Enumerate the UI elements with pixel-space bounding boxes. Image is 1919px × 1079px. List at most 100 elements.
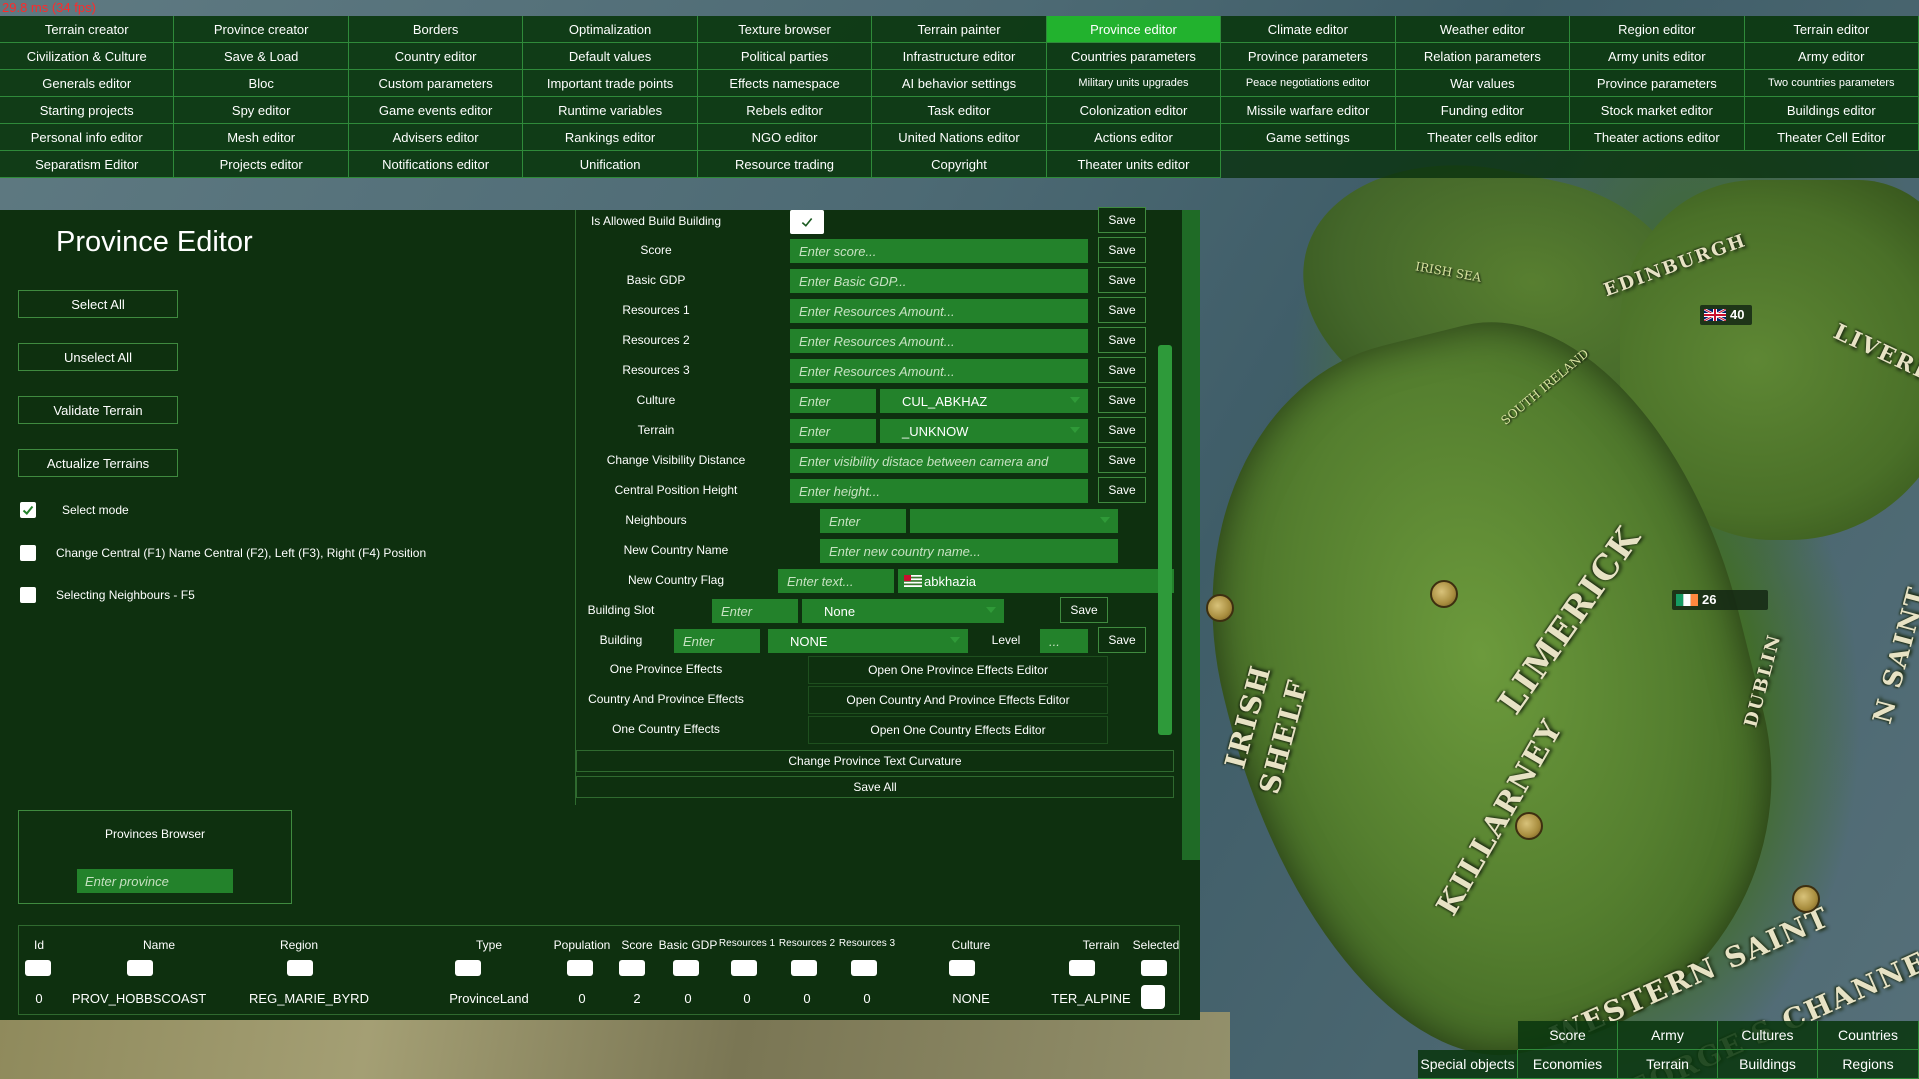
- menu-item-unification[interactable]: Unification: [523, 151, 698, 178]
- map-tab-countries[interactable]: Countries: [1818, 1021, 1919, 1050]
- select-all-button[interactable]: Select All: [18, 290, 178, 318]
- menu-item-default-values[interactable]: Default values: [523, 43, 698, 70]
- city-marker[interactable]: [1792, 885, 1820, 913]
- unit-badge-uk[interactable]: 40: [1700, 305, 1753, 325]
- filter-resources2-checkbox[interactable]: [791, 960, 817, 976]
- filter-score-checkbox[interactable]: [619, 960, 645, 976]
- filter-population-checkbox[interactable]: [567, 960, 593, 976]
- menu-item-military-units-upgrades[interactable]: Military units upgrades: [1046, 70, 1222, 97]
- open-one-country-effects-button[interactable]: Open One Country Effects Editor: [808, 716, 1108, 744]
- save-button[interactable]: Save: [1098, 267, 1146, 293]
- is-allowed-build-checkbox[interactable]: [790, 210, 824, 234]
- panel-scrollbar[interactable]: [1182, 210, 1200, 860]
- menu-item-ngo-editor[interactable]: NGO editor: [697, 124, 873, 151]
- save-button[interactable]: Save: [1098, 447, 1146, 473]
- selecting-neighbours-checkbox[interactable]: [20, 587, 36, 603]
- map-tab-terrain[interactable]: Terrain: [1618, 1050, 1718, 1079]
- actualize-terrains-button[interactable]: Actualize Terrains: [18, 449, 178, 477]
- resources3-input[interactable]: [790, 359, 1088, 383]
- menu-item-bloc[interactable]: Bloc: [174, 70, 349, 97]
- menu-item-texture-browser[interactable]: Texture browser: [697, 16, 873, 43]
- menu-item-theater-actions-editor[interactable]: Theater actions editor: [1570, 124, 1745, 151]
- table-header-name[interactable]: Name: [109, 938, 209, 952]
- culture-filter-input[interactable]: [790, 389, 876, 413]
- table-header-basic-gdp[interactable]: Basic GDP: [653, 938, 723, 952]
- menu-item-personal-info-editor[interactable]: Personal info editor: [0, 124, 175, 151]
- filter-basic-gdp-checkbox[interactable]: [673, 960, 699, 976]
- save-button[interactable]: Save: [1098, 207, 1146, 233]
- menu-item-resource-trading[interactable]: Resource trading: [697, 151, 873, 178]
- terrain-select[interactable]: _UNKNOW: [880, 419, 1088, 443]
- central-height-input[interactable]: [790, 479, 1088, 503]
- menu-item-optimalization[interactable]: Optimalization: [523, 16, 698, 43]
- menu-item-buildings-editor[interactable]: Buildings editor: [1744, 97, 1919, 124]
- menu-item-runtime-variables[interactable]: Runtime variables: [523, 97, 698, 124]
- menu-item-country-editor[interactable]: Country editor: [348, 43, 524, 70]
- table-row-selected-checkbox[interactable]: [1141, 985, 1165, 1009]
- filter-selected-checkbox[interactable]: [1141, 960, 1167, 976]
- save-button[interactable]: Save: [1098, 297, 1146, 323]
- menu-item-province-parameters[interactable]: Province parameters: [1570, 70, 1745, 97]
- menu-item-generals-editor[interactable]: Generals editor: [0, 70, 175, 97]
- open-country-province-effects-button[interactable]: Open Country And Province Effects Editor: [808, 686, 1108, 714]
- menu-item-united-nations-editor[interactable]: United Nations editor: [872, 124, 1047, 151]
- map-tab-economies[interactable]: Economies: [1518, 1050, 1618, 1079]
- menu-item-province-editor[interactable]: Province editor: [1046, 16, 1222, 43]
- menu-item-weather-editor[interactable]: Weather editor: [1395, 16, 1571, 43]
- city-marker[interactable]: [1206, 594, 1234, 622]
- unselect-all-button[interactable]: Unselect All: [18, 343, 178, 371]
- save-button[interactable]: Save: [1098, 627, 1146, 653]
- menu-item-terrain-creator[interactable]: Terrain creator: [0, 16, 175, 43]
- filter-type-checkbox[interactable]: [455, 960, 481, 976]
- resources1-input[interactable]: [790, 299, 1088, 323]
- menu-item-stock-market-editor[interactable]: Stock market editor: [1570, 97, 1745, 124]
- filter-terrain-checkbox[interactable]: [1069, 960, 1095, 976]
- change-central-checkbox[interactable]: [20, 545, 36, 561]
- neighbours-filter-input[interactable]: [820, 509, 906, 533]
- save-button[interactable]: Save: [1098, 477, 1146, 503]
- menu-item-peace-negotiations-editor[interactable]: Peace negotiations editor: [1221, 70, 1396, 97]
- terrain-filter-input[interactable]: [790, 419, 876, 443]
- menu-item-separatism-editor[interactable]: Separatism Editor: [0, 151, 175, 178]
- menu-item-province-parameters[interactable]: Province parameters: [1221, 43, 1396, 70]
- city-marker[interactable]: [1515, 812, 1543, 840]
- score-input[interactable]: [790, 239, 1088, 263]
- new-country-name-input[interactable]: [820, 539, 1118, 563]
- map-tab-score[interactable]: Score: [1518, 1021, 1618, 1050]
- filter-id-checkbox[interactable]: [25, 960, 51, 976]
- table-header-population[interactable]: Population: [547, 938, 617, 952]
- menu-item-copyright[interactable]: Copyright: [872, 151, 1047, 178]
- filter-resources1-checkbox[interactable]: [731, 960, 757, 976]
- table-header-type[interactable]: Type: [439, 938, 539, 952]
- menu-item-custom-parameters[interactable]: Custom parameters: [348, 70, 524, 97]
- menu-item-notifications-editor[interactable]: Notifications editor: [348, 151, 524, 178]
- menu-item-two-countries-parameters[interactable]: Two countries parameters: [1744, 70, 1919, 97]
- filter-culture-checkbox[interactable]: [949, 960, 975, 976]
- neighbours-select[interactable]: [910, 509, 1118, 533]
- visibility-distance-input[interactable]: [790, 449, 1088, 473]
- menu-item-advisers-editor[interactable]: Advisers editor: [348, 124, 524, 151]
- menu-item-mesh-editor[interactable]: Mesh editor: [174, 124, 349, 151]
- select-mode-checkbox[interactable]: [20, 502, 36, 518]
- menu-item-infrastructure-editor[interactable]: Infrastructure editor: [872, 43, 1047, 70]
- save-button[interactable]: Save: [1098, 357, 1146, 383]
- table-header-resources3[interactable]: Resources 3: [837, 938, 897, 949]
- menu-item-terrain-editor[interactable]: Terrain editor: [1744, 16, 1919, 43]
- save-all-button[interactable]: Save All: [576, 776, 1174, 798]
- menu-item-climate-editor[interactable]: Climate editor: [1221, 16, 1396, 43]
- menu-item-war-values[interactable]: War values: [1395, 70, 1571, 97]
- change-curvature-button[interactable]: Change Province Text Curvature: [576, 750, 1174, 772]
- menu-item-theater-cell-editor[interactable]: Theater Cell Editor: [1744, 124, 1919, 151]
- menu-item-army-editor[interactable]: Army editor: [1744, 43, 1919, 70]
- menu-item-task-editor[interactable]: Task editor: [872, 97, 1047, 124]
- table-header-id[interactable]: Id: [19, 938, 59, 952]
- menu-item-funding-editor[interactable]: Funding editor: [1395, 97, 1571, 124]
- new-country-flag-select[interactable]: abkhazia: [898, 569, 1174, 593]
- culture-select[interactable]: CUL_ABKHAZ: [880, 389, 1088, 413]
- menu-item-army-units-editor[interactable]: Army units editor: [1570, 43, 1745, 70]
- map-tab-regions[interactable]: Regions: [1818, 1050, 1919, 1079]
- menu-item-political-parties[interactable]: Political parties: [697, 43, 873, 70]
- menu-item-spy-editor[interactable]: Spy editor: [174, 97, 349, 124]
- table-header-resources1[interactable]: Resources 1: [717, 938, 777, 949]
- save-button[interactable]: Save: [1060, 597, 1108, 623]
